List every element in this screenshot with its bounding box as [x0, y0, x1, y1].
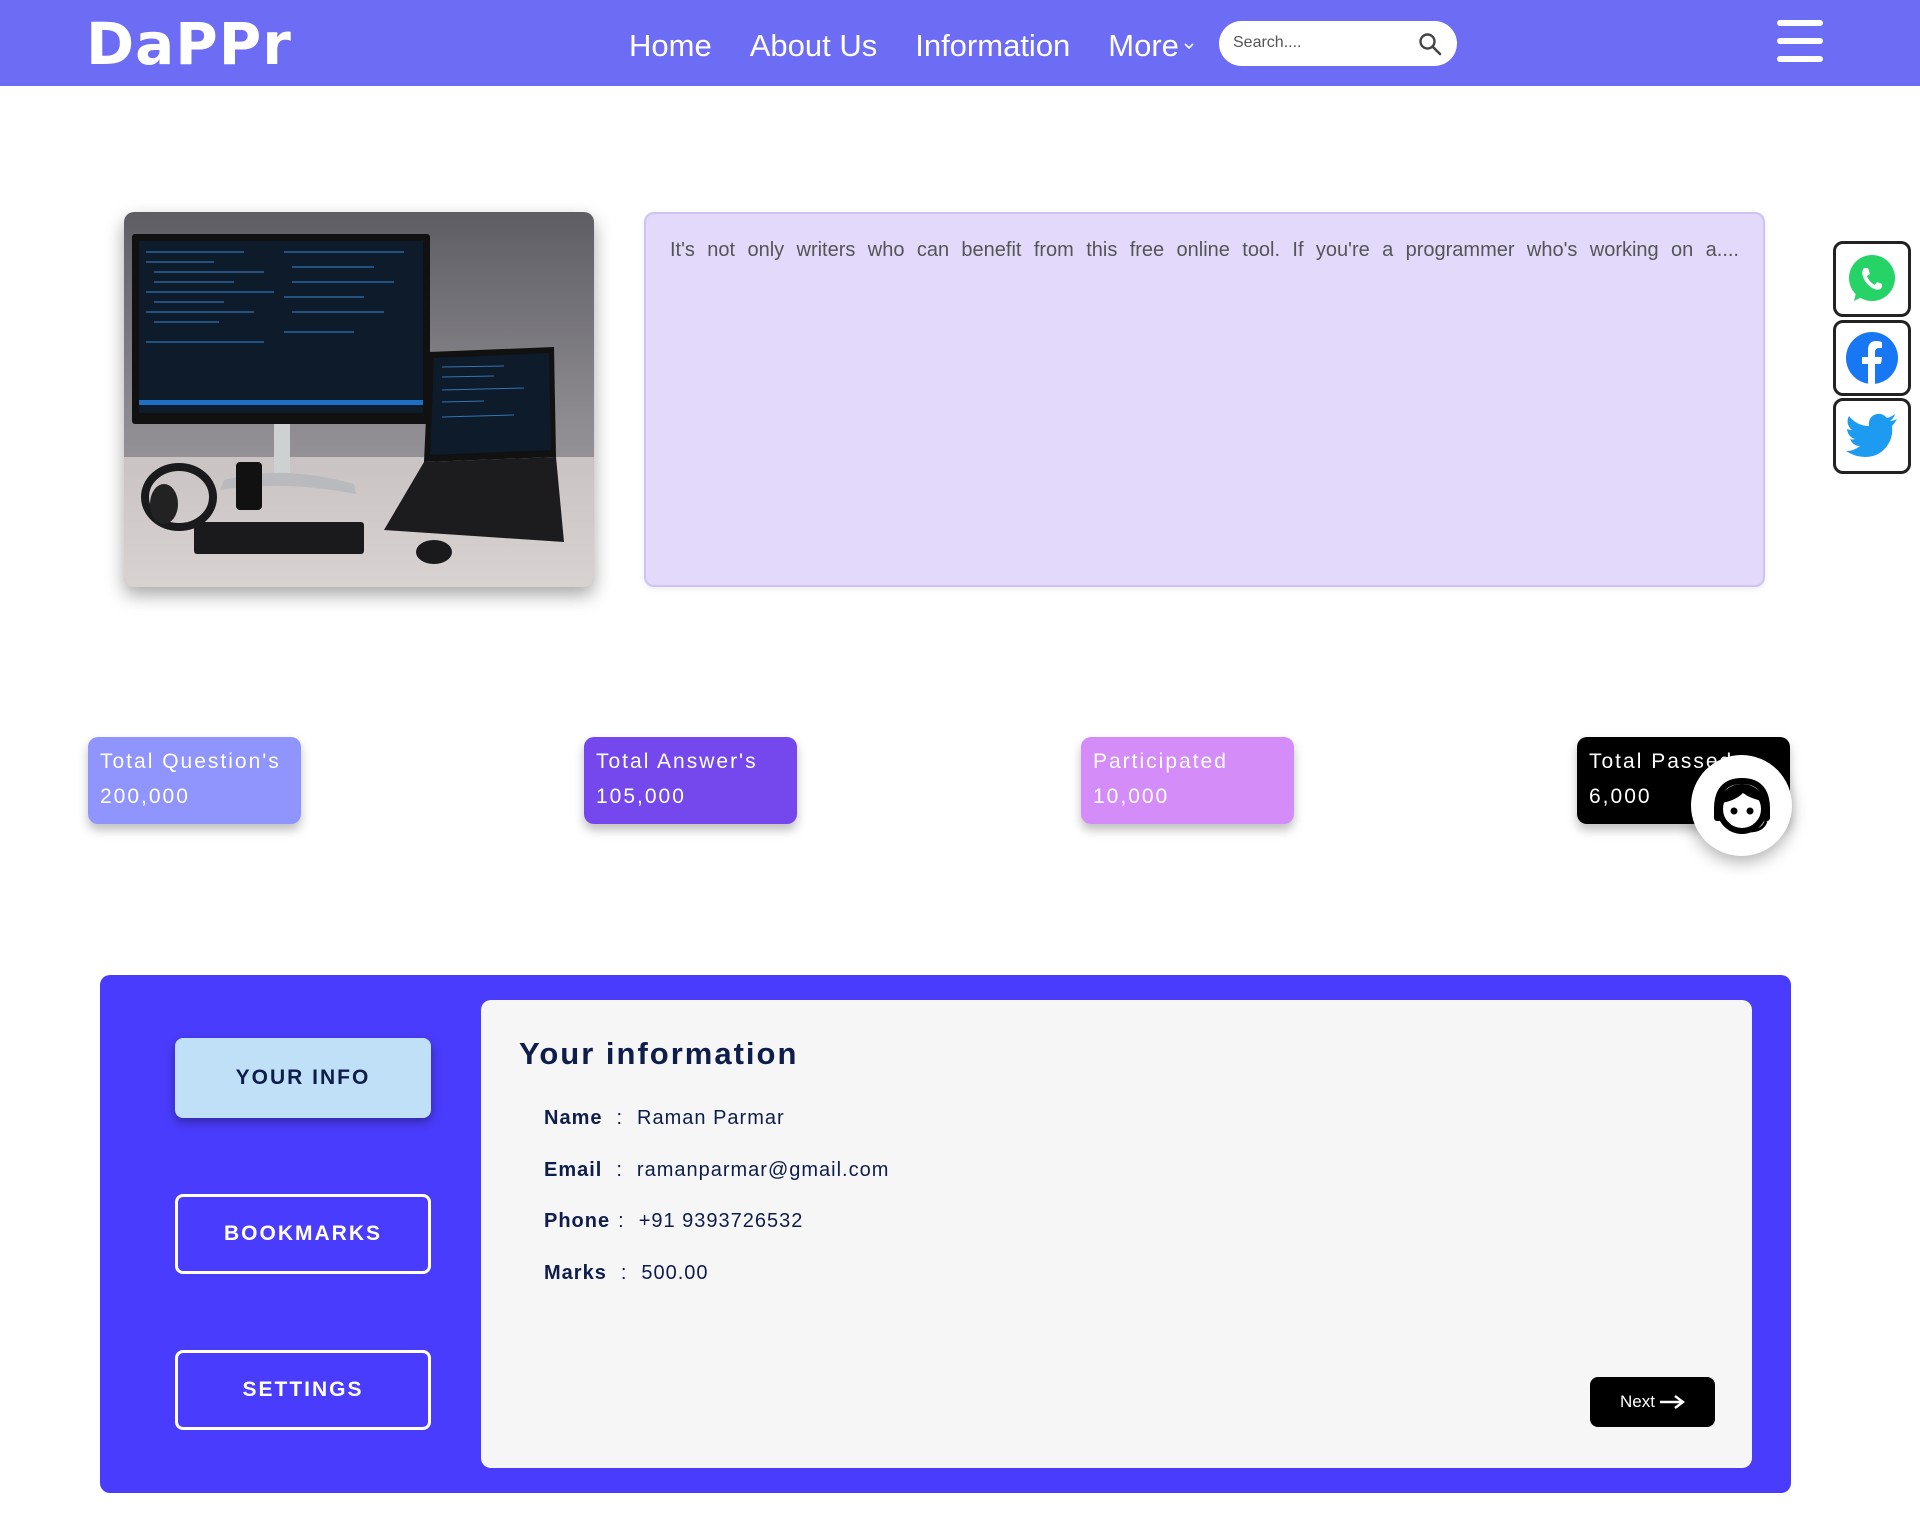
- next-button[interactable]: Next: [1590, 1377, 1715, 1427]
- settings-button[interactable]: SETTINGS: [175, 1350, 431, 1430]
- stat-label: Total Answer's: [596, 750, 758, 773]
- facebook-button[interactable]: [1833, 320, 1911, 396]
- info-value: 500.00: [641, 1262, 709, 1284]
- navbar: DaPPr Home About Us Information More: [0, 0, 1920, 86]
- whatsapp-icon: [1849, 255, 1895, 301]
- info-key: Phone: [544, 1210, 611, 1232]
- nav-home-link[interactable]: Home: [629, 28, 712, 64]
- info-row-name: Name : Raman Parmar: [544, 1105, 785, 1131]
- info-value: Raman Parmar: [637, 1107, 785, 1129]
- info-separator: :: [618, 1210, 625, 1232]
- info-row-phone: Phone : +91 9393726532: [544, 1208, 803, 1234]
- bookmarks-button[interactable]: BOOKMARKS: [175, 1194, 431, 1274]
- nav-information-link[interactable]: Information: [915, 28, 1070, 64]
- stat-participated: Participated 10,000: [1081, 737, 1294, 824]
- stat-value: 105,000: [596, 785, 686, 808]
- stat-total-answers: Total Answer's 105,000: [584, 737, 797, 824]
- whatsapp-button[interactable]: [1833, 241, 1911, 317]
- hero-description: It's not only writers who can benefit fr…: [670, 239, 1739, 261]
- chevron-down-icon: [1184, 43, 1194, 50]
- info-key: Name: [544, 1107, 603, 1129]
- stat-label: Total Question's: [100, 750, 281, 773]
- nav-links: Home About Us Information More: [629, 28, 1195, 64]
- arrow-right-icon: [1659, 1395, 1685, 1409]
- hamburger-menu-icon[interactable]: [1777, 20, 1823, 62]
- info-key: Marks: [544, 1262, 607, 1284]
- hero-description-box: It's not only writers who can benefit fr…: [644, 212, 1765, 587]
- info-row-email: Email : ramanparmar@gmail.com: [544, 1157, 889, 1183]
- stat-label: Participated: [1093, 750, 1228, 773]
- info-separator: :: [616, 1107, 624, 1129]
- stat-total-questions: Total Question's 200,000: [88, 737, 301, 824]
- info-row-marks: Marks : 500.00: [544, 1260, 709, 1286]
- info-separator: :: [620, 1262, 628, 1284]
- nav-more-dropdown[interactable]: More: [1108, 28, 1195, 64]
- twitter-button[interactable]: [1833, 398, 1911, 474]
- twitter-icon: [1846, 413, 1897, 457]
- nav-more-label: More: [1108, 28, 1179, 63]
- search-input[interactable]: [1233, 29, 1413, 57]
- next-label: Next: [1620, 1392, 1655, 1411]
- profile-panel: YOUR INFO BOOKMARKS SETTINGS Your inform…: [100, 975, 1791, 1493]
- stat-value: 10,000: [1093, 785, 1170, 808]
- info-title: Your information: [519, 1036, 799, 1071]
- search-icon[interactable]: [1417, 31, 1443, 57]
- support-chat-button[interactable]: [1691, 755, 1792, 856]
- your-info-button[interactable]: YOUR INFO: [175, 1038, 431, 1118]
- logo[interactable]: DaPPr: [86, 14, 292, 74]
- nav-about-link[interactable]: About Us: [750, 28, 878, 64]
- info-key: Email: [544, 1159, 603, 1181]
- hero-image: [124, 212, 594, 587]
- search-box: [1219, 21, 1457, 66]
- support-agent-icon: [1713, 777, 1770, 834]
- info-value: ramanparmar@gmail.com: [636, 1159, 890, 1181]
- stat-value: 200,000: [100, 785, 190, 808]
- info-separator: :: [616, 1159, 623, 1181]
- info-card: Your information Name : Raman Parmar Ema…: [481, 1000, 1752, 1468]
- facebook-icon: [1846, 332, 1898, 384]
- info-value: +91 9393726532: [638, 1210, 804, 1232]
